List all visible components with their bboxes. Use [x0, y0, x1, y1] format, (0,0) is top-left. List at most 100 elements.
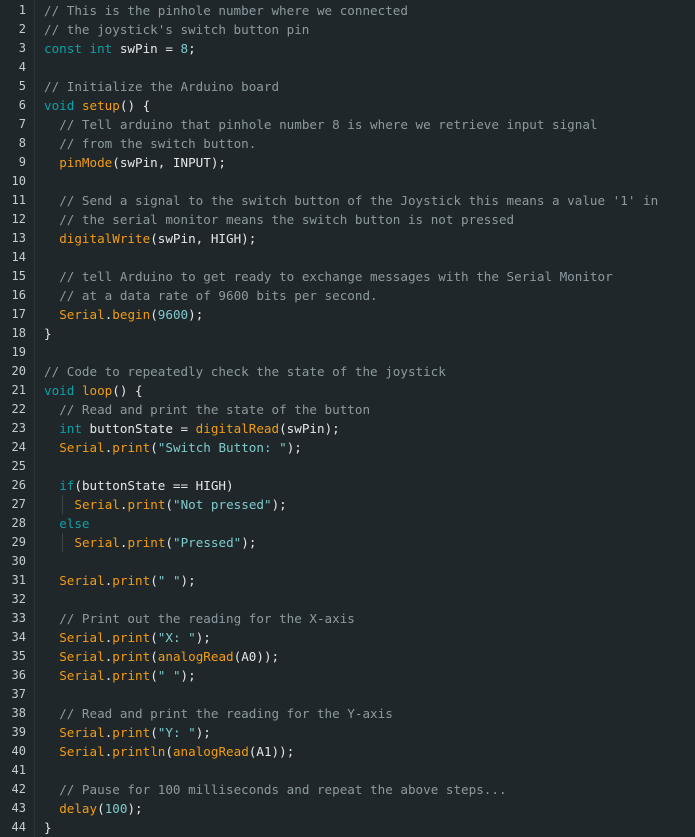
token-func: print [127, 535, 166, 550]
code-line[interactable]: 24 Serial.print("Switch Button: "); [0, 438, 695, 457]
line-number: 6 [18, 98, 26, 112]
token-func: println [112, 744, 166, 759]
code-line[interactable]: 44} [0, 818, 695, 837]
code-line[interactable]: 36 Serial.print(" "); [0, 666, 695, 685]
code-line[interactable]: 34 Serial.print("X: "); [0, 628, 695, 647]
code-line[interactable]: 31 Serial.print(" "); [0, 571, 695, 590]
token-plain: } [44, 820, 52, 835]
line-number: 23 [11, 421, 26, 435]
token-keyword: void [44, 383, 75, 398]
token-plain: (swPin); [279, 421, 340, 436]
code-line[interactable]: 28 else [0, 514, 695, 533]
code-text: // This is the pinhole number where we c… [44, 1, 408, 20]
code-line[interactable]: 20 // Code to repeatedly check the state … [0, 362, 695, 381]
line-number: 21 [11, 383, 26, 397]
indent-guide [62, 533, 63, 552]
code-line[interactable]: 13 digitalWrite(swPin, HIGH); [0, 229, 695, 248]
token-keyword: void [44, 98, 75, 113]
code-text: Serial.print(" "); [59, 666, 196, 685]
code-line[interactable]: 38 // Read and print the reading for the … [0, 704, 695, 723]
code-line[interactable]: 7 // Tell arduino that pinhole number 8 i… [0, 115, 695, 134]
code-line[interactable]: 35 Serial.print(analogRead(A0)); [0, 647, 695, 666]
line-number: 39 [11, 725, 26, 739]
code-text: // Read and print the state of the butto… [59, 400, 370, 419]
token-plain: (swPin, INPUT); [112, 155, 226, 170]
code-line[interactable]: 3 const int swPin = 8; [0, 39, 695, 58]
code-line[interactable]: 22 // Read and print the state of the but… [0, 400, 695, 419]
code-line[interactable]: 5 // Initialize the Arduino board [0, 77, 695, 96]
code-line[interactable]: 21 void loop() { [0, 381, 695, 400]
token-func: print [112, 725, 151, 740]
token-func: Serial [59, 630, 105, 645]
code-line[interactable]: 33 // Print out the reading for the X-axi… [0, 609, 695, 628]
code-line[interactable]: 8 // from the switch button. [0, 134, 695, 153]
code-line[interactable]: 43 delay(100); [0, 799, 695, 818]
code-line[interactable]: 30 [0, 552, 695, 571]
code-line[interactable]: 29 Serial.print("Pressed"); [0, 533, 695, 552]
code-line[interactable]: 26 if(buttonState == HIGH) [0, 476, 695, 495]
code-text: delay(100); [59, 799, 142, 818]
code-line[interactable]: 32 [0, 590, 695, 609]
code-editor[interactable]: 1 // This is the pinhole number where we … [0, 0, 695, 837]
token-plain: ( [165, 535, 173, 550]
code-line[interactable]: 11 // Send a signal to the switch button … [0, 191, 695, 210]
code-text: if(buttonState == HIGH) [59, 476, 233, 495]
code-line[interactable]: 23 int buttonState = digitalRead(swPin); [0, 419, 695, 438]
code-line[interactable]: 4 [0, 58, 695, 77]
token-func: digitalWrite [59, 231, 151, 246]
code-line[interactable]: 18} [0, 324, 695, 343]
token-func: print [112, 630, 151, 645]
code-line[interactable]: 2 // the joystick's switch button pin [0, 20, 695, 39]
token-comment: // This is the pinhole number where we c… [44, 3, 408, 18]
code-line[interactable]: 27 Serial.print("Not pressed"); [0, 495, 695, 514]
code-line[interactable]: 40 Serial.println(analogRead(A1)); [0, 742, 695, 761]
code-text: // Pause for 100 milliseconds and repeat… [59, 780, 506, 799]
line-number: 7 [18, 117, 26, 131]
code-line[interactable]: 6 void setup() { [0, 96, 695, 115]
token-comment: // Code to repeatedly check the state of… [44, 364, 446, 379]
token-plain: ( [150, 573, 158, 588]
code-line[interactable]: 25 [0, 457, 695, 476]
line-number: 11 [11, 193, 26, 207]
code-line[interactable]: 17 Serial.begin(9600); [0, 305, 695, 324]
token-comment: // from the switch button. [59, 136, 257, 151]
code-line[interactable]: 9 pinMode(swPin, INPUT); [0, 153, 695, 172]
code-text: // the joystick's switch button pin [44, 20, 309, 39]
token-keyword: int [59, 421, 82, 436]
token-plain: (swPin, HIGH); [150, 231, 257, 246]
line-number: 43 [11, 801, 26, 815]
line-number: 44 [11, 820, 26, 834]
code-line[interactable]: 14 [0, 248, 695, 267]
code-line[interactable]: 15 // tell Arduino to get ready to exchan… [0, 267, 695, 286]
code-line[interactable]: 37 [0, 685, 695, 704]
code-text: // at a data rate of 9600 bits per secon… [59, 286, 377, 305]
line-number: 22 [11, 402, 26, 416]
line-number: 20 [11, 364, 26, 378]
token-plain: (A1)); [248, 744, 295, 759]
token-plain: buttonState = [81, 421, 196, 436]
code-text: void loop() { [44, 381, 143, 400]
token-func: print [127, 497, 166, 512]
token-func: analogRead [172, 744, 249, 759]
token-plain: ); [286, 440, 302, 455]
code-line[interactable]: 42 // Pause for 100 milliseconds and repe… [0, 780, 695, 799]
code-line[interactable]: 1 // This is the pinhole number where we … [0, 1, 695, 20]
code-text: void setup() { [44, 96, 150, 115]
code-line[interactable]: 10 [0, 172, 695, 191]
line-number: 33 [11, 611, 26, 625]
indent-guide [62, 495, 63, 514]
token-plain: ( [150, 630, 158, 645]
line-number: 27 [11, 497, 26, 511]
code-line[interactable]: 16 // at a data rate of 9600 bits per sec… [0, 286, 695, 305]
code-line[interactable]: 41 [0, 761, 695, 780]
line-number: 19 [11, 345, 26, 359]
code-line[interactable]: 39 Serial.print("Y: "); [0, 723, 695, 742]
code-line[interactable]: 19 [0, 343, 695, 362]
code-text: Serial.print("Not pressed"); [74, 495, 286, 514]
token-string: " " [157, 668, 181, 683]
token-func: digitalRead [195, 421, 280, 436]
token-number: 100 [104, 801, 128, 816]
token-func: analogRead [157, 649, 234, 664]
code-line[interactable]: 12 // the serial monitor means the switch… [0, 210, 695, 229]
